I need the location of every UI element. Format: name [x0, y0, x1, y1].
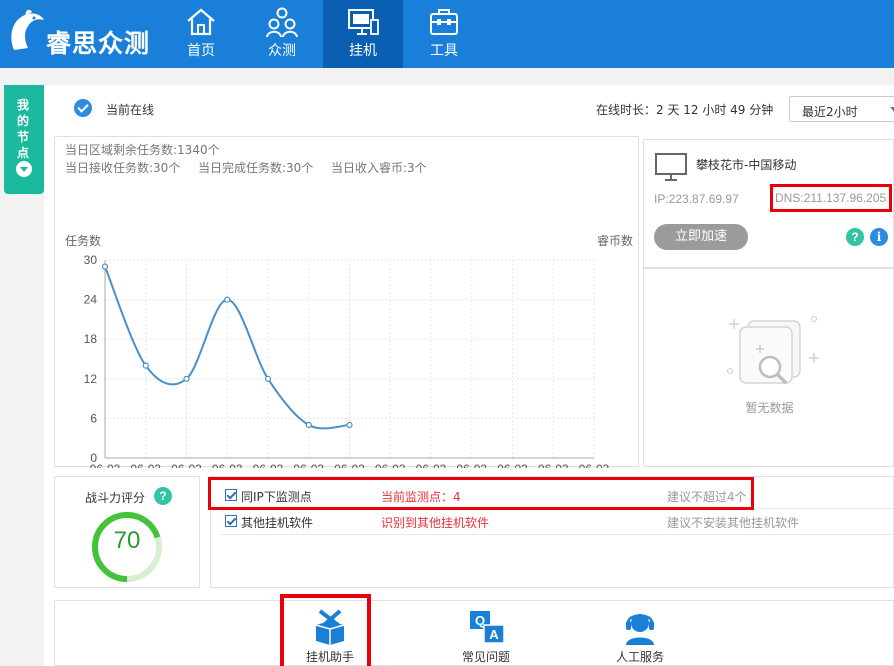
empty-search-icon: [727, 316, 819, 385]
computer-icon: [655, 153, 687, 181]
x-tick-label-date: 06-03: [538, 462, 569, 468]
score-value: 70: [113, 527, 141, 554]
data-point: [305, 421, 312, 429]
headset-icon: [626, 614, 654, 645]
node-dns: DNS:211.137.96.205: [770, 184, 892, 212]
tool-faq[interactable]: Q A 常见问题: [441, 601, 531, 666]
nav-tools[interactable]: 工具: [404, 0, 484, 68]
tools-bar: 挂机助手 Q A 常见问题 人工服务: [54, 600, 894, 666]
check-state: 识别到其他挂机软件: [381, 516, 490, 530]
y-axis-title: 任务数: [65, 233, 101, 248]
score-help-icon[interactable]: ?: [154, 487, 172, 505]
nav-hangup-label: 挂机: [349, 43, 377, 59]
time-range-value: 最近2小时: [802, 105, 858, 119]
tool-human-service[interactable]: 人工服务: [595, 601, 685, 666]
x-tick-label-date: 06-03: [90, 462, 121, 468]
time-range-select[interactable]: 最近2小时: [789, 96, 894, 122]
users-icon: [266, 7, 298, 38]
line-chart: 0612182430任务数睿币数06-0321:1006-0321:2006-0…: [65, 233, 633, 468]
toolbox-icon: [430, 9, 458, 35]
empty-data-text: 暂无数据: [745, 401, 794, 415]
nav-tools-label: 工具: [430, 43, 458, 59]
my-nodes-tab[interactable]: 我的节点: [4, 85, 44, 194]
x-tick-label-date: 06-03: [212, 462, 243, 468]
nav-home-label: 首页: [187, 43, 215, 59]
check-circle-icon: [74, 99, 92, 117]
nav-crowdtest[interactable]: 众测: [242, 0, 322, 68]
online-duration: 在线时长：2 天 12 小时 49 分钟: [596, 103, 774, 117]
top-navigation-bar: 睿思众测 首页 众测 挂机 工具: [0, 0, 894, 68]
y-tick-label: 30: [84, 253, 98, 267]
x-tick-label-date: 06-03: [497, 462, 528, 468]
x-tick-label-date: 06-03: [334, 462, 365, 468]
checkbox-icon: [225, 515, 237, 527]
score-card: 战斗力评分 ? 70: [54, 476, 200, 588]
online-status-text: 当前在线: [106, 103, 155, 117]
empty-data-card: 暂无数据: [643, 268, 894, 467]
nav-home[interactable]: 首页: [161, 0, 241, 68]
score-title: 战斗力评分: [85, 491, 146, 505]
check-name: 其他挂机软件: [241, 516, 314, 530]
x-tick-label-date: 06-03: [375, 462, 406, 468]
node-location: 攀枝花市-中国移动: [696, 158, 797, 172]
node-ip: IP:223.87.69.97: [654, 192, 739, 206]
info-icon[interactable]: i: [870, 228, 888, 246]
x-tick-label-date: 06-03: [171, 462, 202, 468]
y-axis-title-right: 睿币数: [597, 233, 633, 248]
x-tick-label-date: 06-03: [130, 462, 161, 468]
data-point: [224, 296, 231, 303]
help-icon[interactable]: ?: [846, 228, 864, 246]
chevron-down-icon[interactable]: [16, 161, 32, 177]
y-tick-label: 24: [84, 293, 98, 307]
svg-text:A: A: [489, 627, 499, 642]
my-nodes-label: 我的节点: [17, 98, 30, 160]
data-point: [101, 263, 109, 270]
check-tip: 建议不安装其他挂机软件: [667, 516, 800, 530]
highlight-box-same-ip: [208, 477, 754, 510]
x-tick-label-date: 06-03: [293, 462, 324, 468]
nav-crowdtest-label: 众测: [268, 43, 296, 59]
monitor-icon: [348, 9, 379, 35]
x-tick-label-date: 06-03: [456, 462, 487, 468]
logo[interactable]: 睿思众测: [6, 6, 156, 62]
data-point: [142, 362, 149, 369]
dropdown-arrow-icon: [890, 107, 894, 112]
qa-icon: Q A: [470, 611, 505, 644]
nav-hangup[interactable]: 挂机: [323, 0, 403, 68]
main-panel: 当前在线 在线时长：2 天 12 小时 49 分钟 最近2小时 当日区域剩余任务…: [44, 85, 894, 666]
x-tick-label-date: 06-03: [253, 462, 284, 468]
data-point: [264, 375, 272, 382]
task-chart-panel: 当日区域剩余任务数:1340个 当日接收任务数:30个 当日完成任务数:30个 …: [54, 136, 639, 468]
data-point: [346, 421, 353, 429]
y-tick-label: 18: [84, 332, 98, 346]
node-info-card: 攀枝花市-中国移动 IP:223.87.69.97 DNS:211.137.96…: [643, 139, 894, 268]
tool-label: 人工服务: [615, 650, 664, 664]
y-tick-label: 12: [84, 372, 98, 386]
dolphin-logo-icon: [11, 9, 44, 51]
brand-name: 睿思众测: [46, 29, 151, 58]
data-point: [183, 375, 190, 382]
x-tick-label-date: 06-03: [416, 462, 447, 468]
highlight-box-assistant: [280, 594, 371, 666]
y-tick-label: 6: [90, 411, 97, 425]
tool-label: 常见问题: [461, 650, 510, 664]
x-tick-label-date: 06-03: [579, 462, 610, 468]
accelerate-button[interactable]: 立即加速: [654, 224, 748, 250]
check-row-other-software: 其他挂机软件 识别到其他挂机软件 建议不安装其他挂机软件: [221, 509, 894, 535]
home-icon: [187, 8, 215, 36]
